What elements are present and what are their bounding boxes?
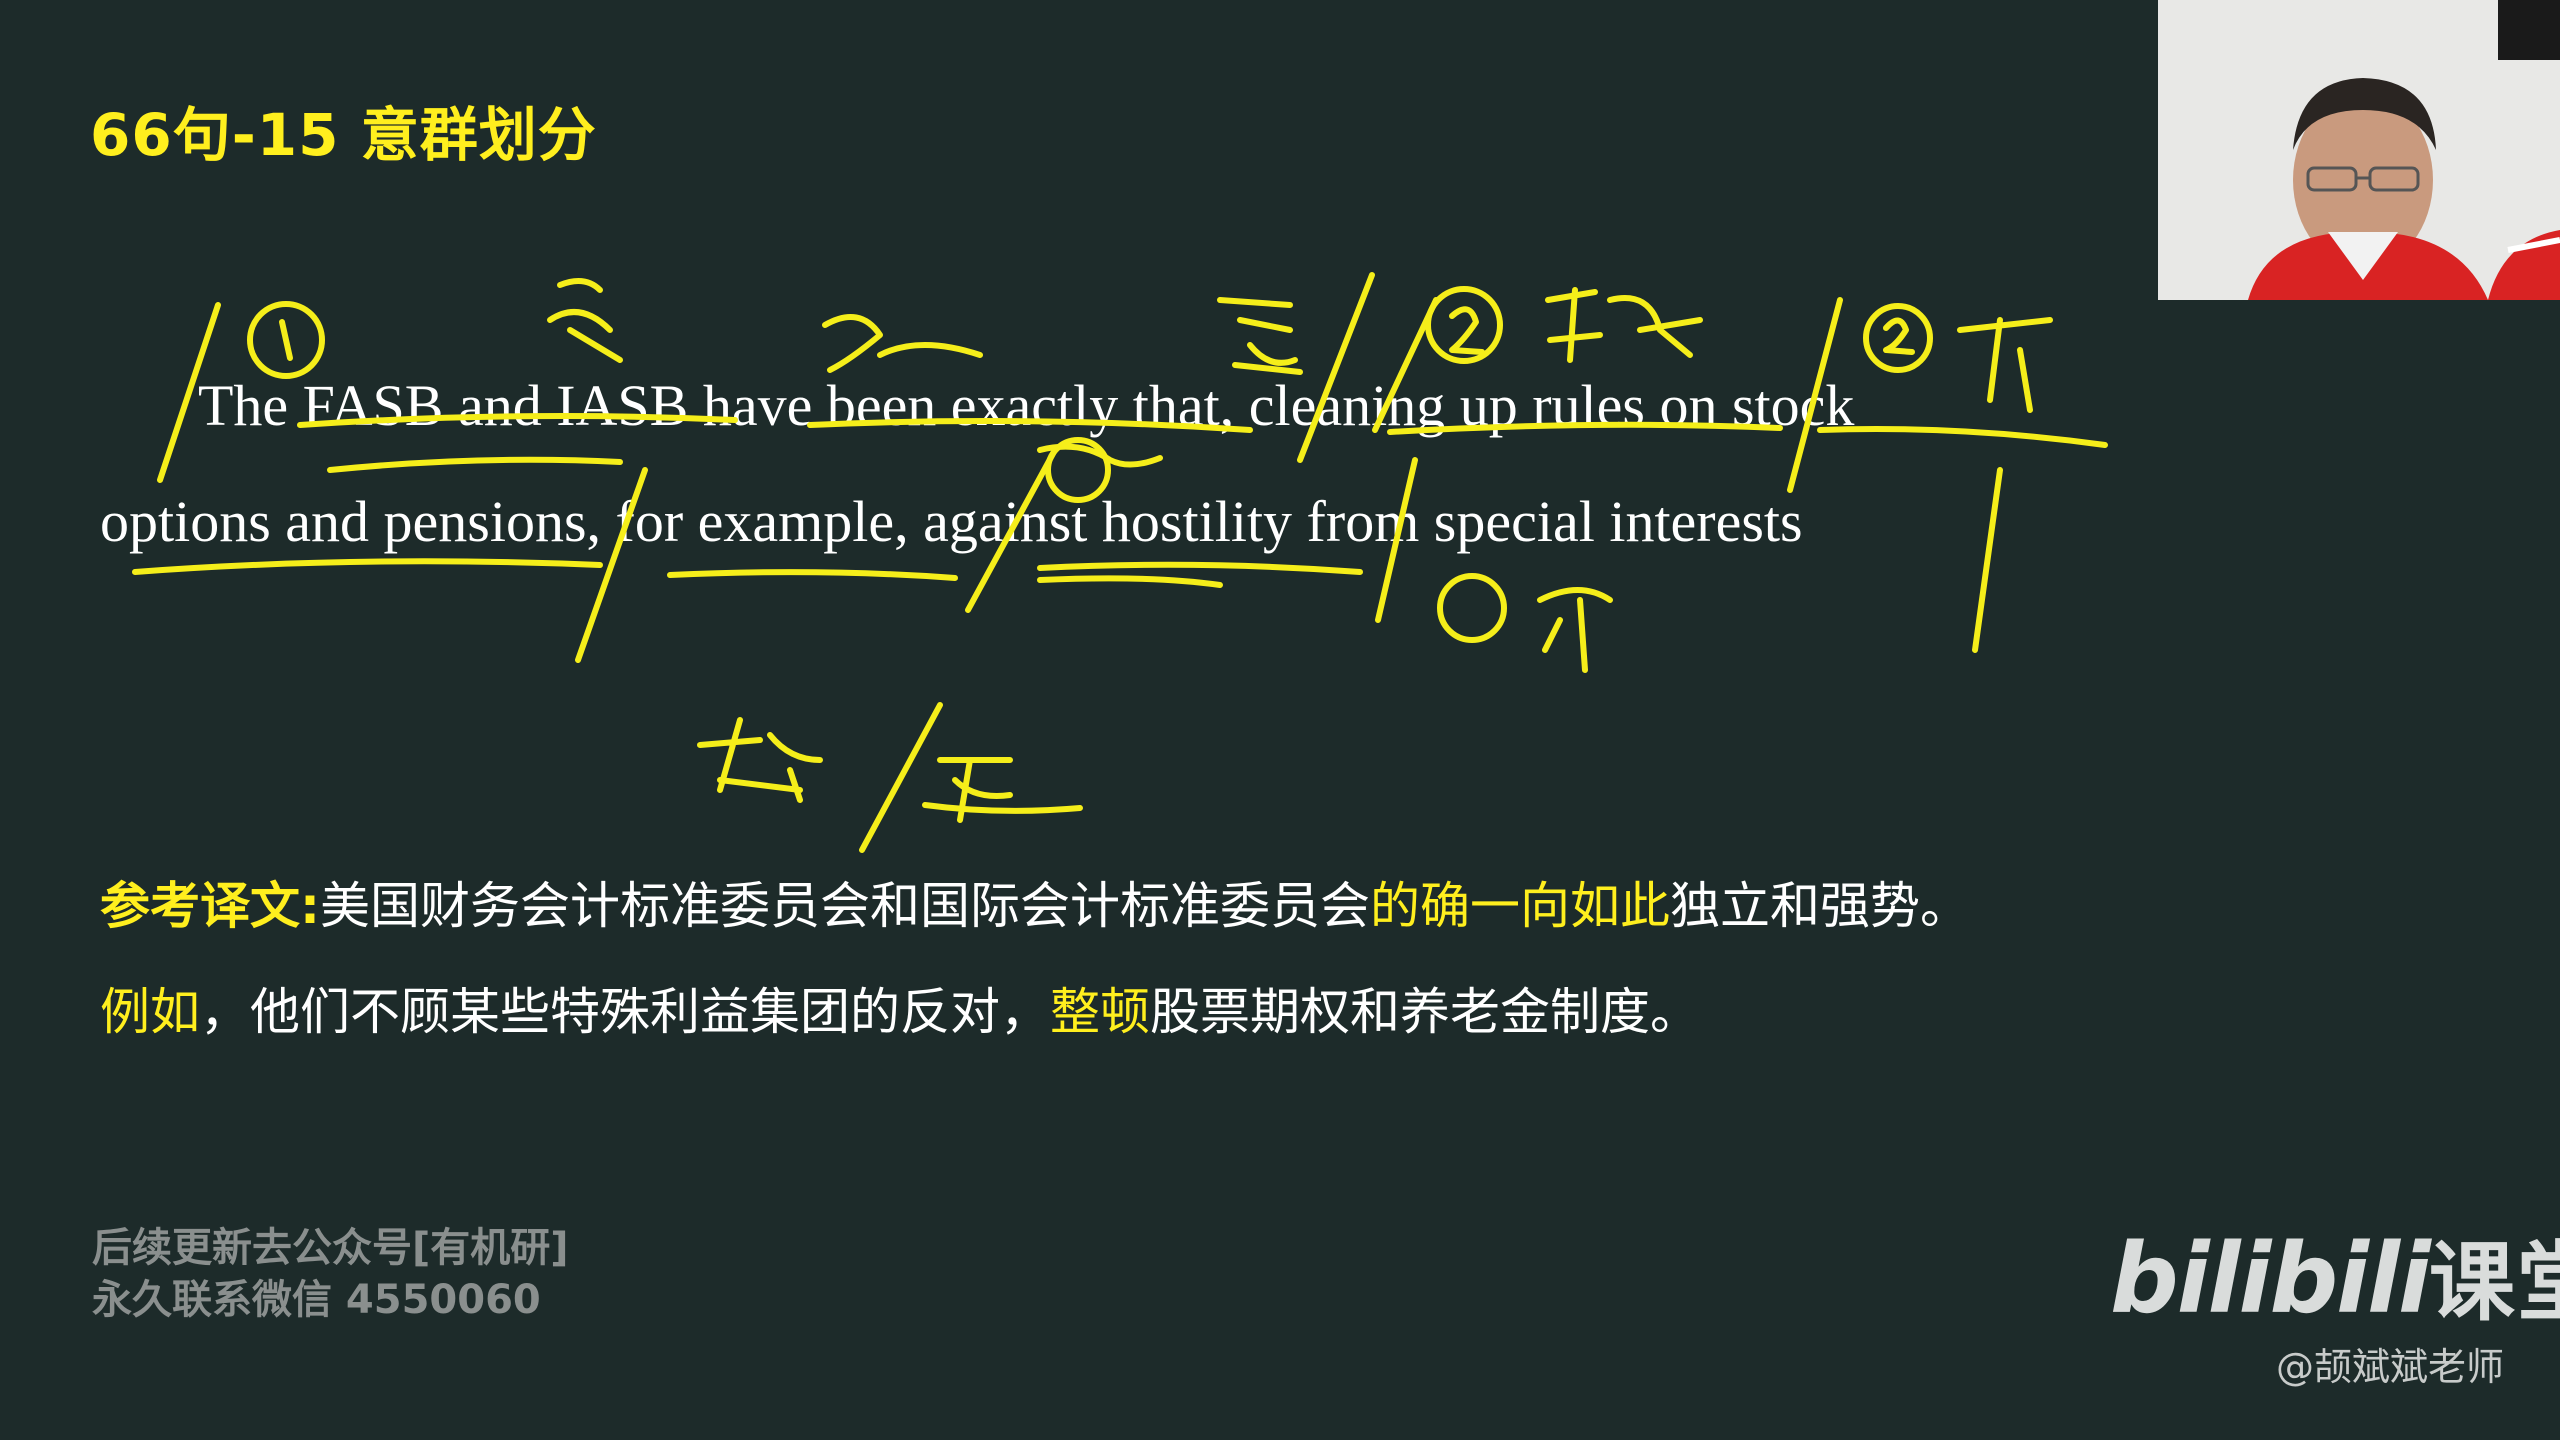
annotation-scribble	[1537, 587, 1613, 673]
annotation-slash	[1375, 457, 1418, 623]
annotation-scribble	[1217, 297, 1303, 375]
presenter-figure	[2158, 0, 2560, 300]
annotation-underline	[1037, 561, 1363, 575]
footer-notice: 后续更新去公众号[有机研] 永久联系微信 4550060	[92, 1222, 569, 1326]
annotation-scribble	[922, 757, 1083, 823]
annotation-underline	[327, 456, 623, 473]
annotation-scribble	[1545, 287, 1703, 363]
annotation-underline	[667, 569, 958, 581]
annotation-underline	[132, 558, 603, 575]
annotation-slash	[1972, 467, 2003, 653]
annotation-slash	[1297, 272, 1375, 463]
annotation-scribble	[1957, 317, 2053, 413]
annotation-slash	[1787, 297, 1843, 493]
annotation-underline	[1037, 575, 1223, 588]
teacher-credit: @颉斌斌老师	[2276, 1345, 2505, 1389]
annotation-slash	[157, 302, 221, 483]
annotation-underline	[1387, 421, 1783, 435]
annotation-slash	[859, 702, 943, 853]
footer-notice-line: 后续更新去公众号[有机研]	[92, 1225, 569, 1271]
bilibili-logo: bilibili课堂	[2110, 1212, 2560, 1337]
footer-notice-line: 永久联系微信 4550060	[92, 1277, 541, 1323]
annotation-slash	[965, 447, 1058, 613]
annotation-circle	[1437, 573, 1507, 643]
annotation-underline	[807, 418, 1253, 433]
annotation-scribble	[697, 717, 823, 803]
brand-cn: 课堂	[2428, 1233, 2560, 1333]
annotation-underline	[297, 413, 738, 428]
brand-latin: bilibili	[2110, 1223, 2431, 1335]
webcam-video	[2158, 0, 2560, 300]
annotation-scribble	[547, 278, 623, 363]
annotation-underline	[1817, 426, 2108, 448]
annotation-scribble	[822, 314, 983, 373]
